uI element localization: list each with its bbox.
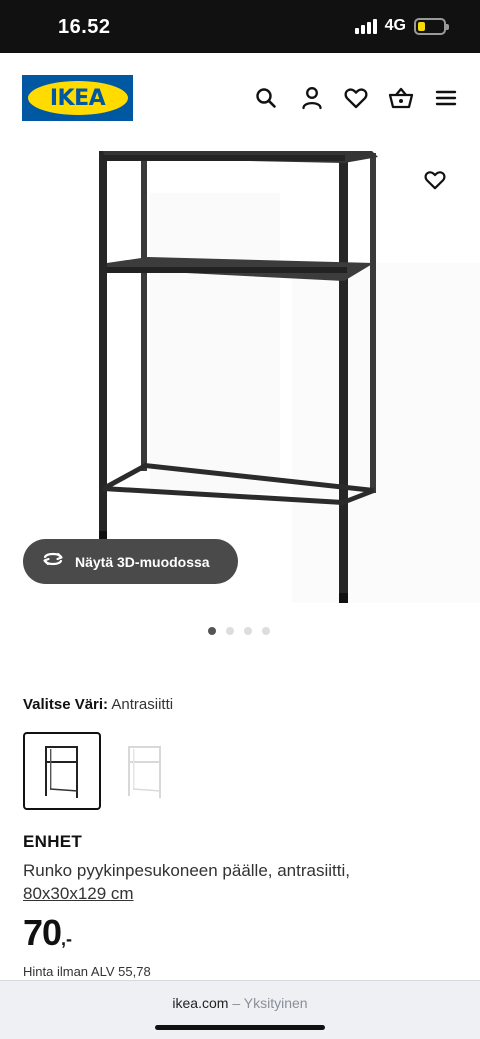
home-indicator[interactable]: [155, 1025, 325, 1030]
status-time: 16.52: [58, 16, 111, 38]
account-icon[interactable]: [298, 84, 326, 112]
color-swatch-anthracite[interactable]: [23, 732, 101, 810]
status-bar: 16.52 4G: [0, 0, 480, 53]
ikea-logo[interactable]: IKEA: [22, 75, 133, 121]
product-description: Runko pyykinpesukoneen päälle, antrasiit…: [23, 861, 350, 880]
menu-icon[interactable]: [432, 84, 460, 112]
price-suffix: ,-: [61, 929, 73, 949]
rotate-3d-icon: [41, 550, 65, 573]
url-domain: ikea.com: [172, 995, 229, 1011]
heart-icon: [424, 171, 446, 190]
color-selector-row: Valitse Väri: Antrasiitti: [23, 696, 173, 713]
gallery-dot[interactable]: [226, 627, 234, 635]
color-label: Valitse Väri:: [23, 696, 109, 713]
gallery-dot[interactable]: [208, 627, 216, 635]
selected-color: Antrasiitti: [111, 696, 174, 713]
product-name: ENHET: [23, 832, 83, 851]
network-type: 4G: [384, 17, 406, 34]
view-3d-label: Näytä 3D-muodossa: [75, 553, 210, 570]
price-excl-vat: Hinta ilman ALV 55,78: [23, 964, 151, 979]
product-price: 70 ,-: [23, 912, 72, 954]
gallery-dot[interactable]: [244, 627, 252, 635]
battery-icon: [414, 17, 449, 35]
product-dimensions-link[interactable]: 80x30x129 cm: [23, 884, 134, 904]
battery-fill: [418, 21, 425, 31]
url-display[interactable]: ikea.com – Yksityinen: [0, 995, 480, 1011]
browsing-mode: Yksityinen: [243, 995, 308, 1011]
view-3d-button[interactable]: Näytä 3D-muodossa: [23, 539, 238, 584]
cellular-signal-icon: [354, 18, 377, 34]
browser-address-bar[interactable]: ikea.com – Yksityinen: [0, 980, 480, 1039]
logo-text: IKEA: [49, 85, 106, 111]
heart-icon[interactable]: [342, 84, 370, 112]
gallery-pagination: [208, 627, 270, 635]
favorite-button[interactable]: [420, 165, 450, 195]
price-amount: 70: [23, 912, 62, 953]
color-swatch-white[interactable]: [106, 732, 184, 810]
gallery-dot[interactable]: [262, 627, 270, 635]
site-header: IKEA: [0, 53, 480, 143]
url-separator: –: [232, 995, 241, 1011]
search-icon[interactable]: [252, 84, 280, 112]
basket-icon[interactable]: [387, 84, 415, 112]
status-indicators: 4G: [354, 17, 449, 35]
